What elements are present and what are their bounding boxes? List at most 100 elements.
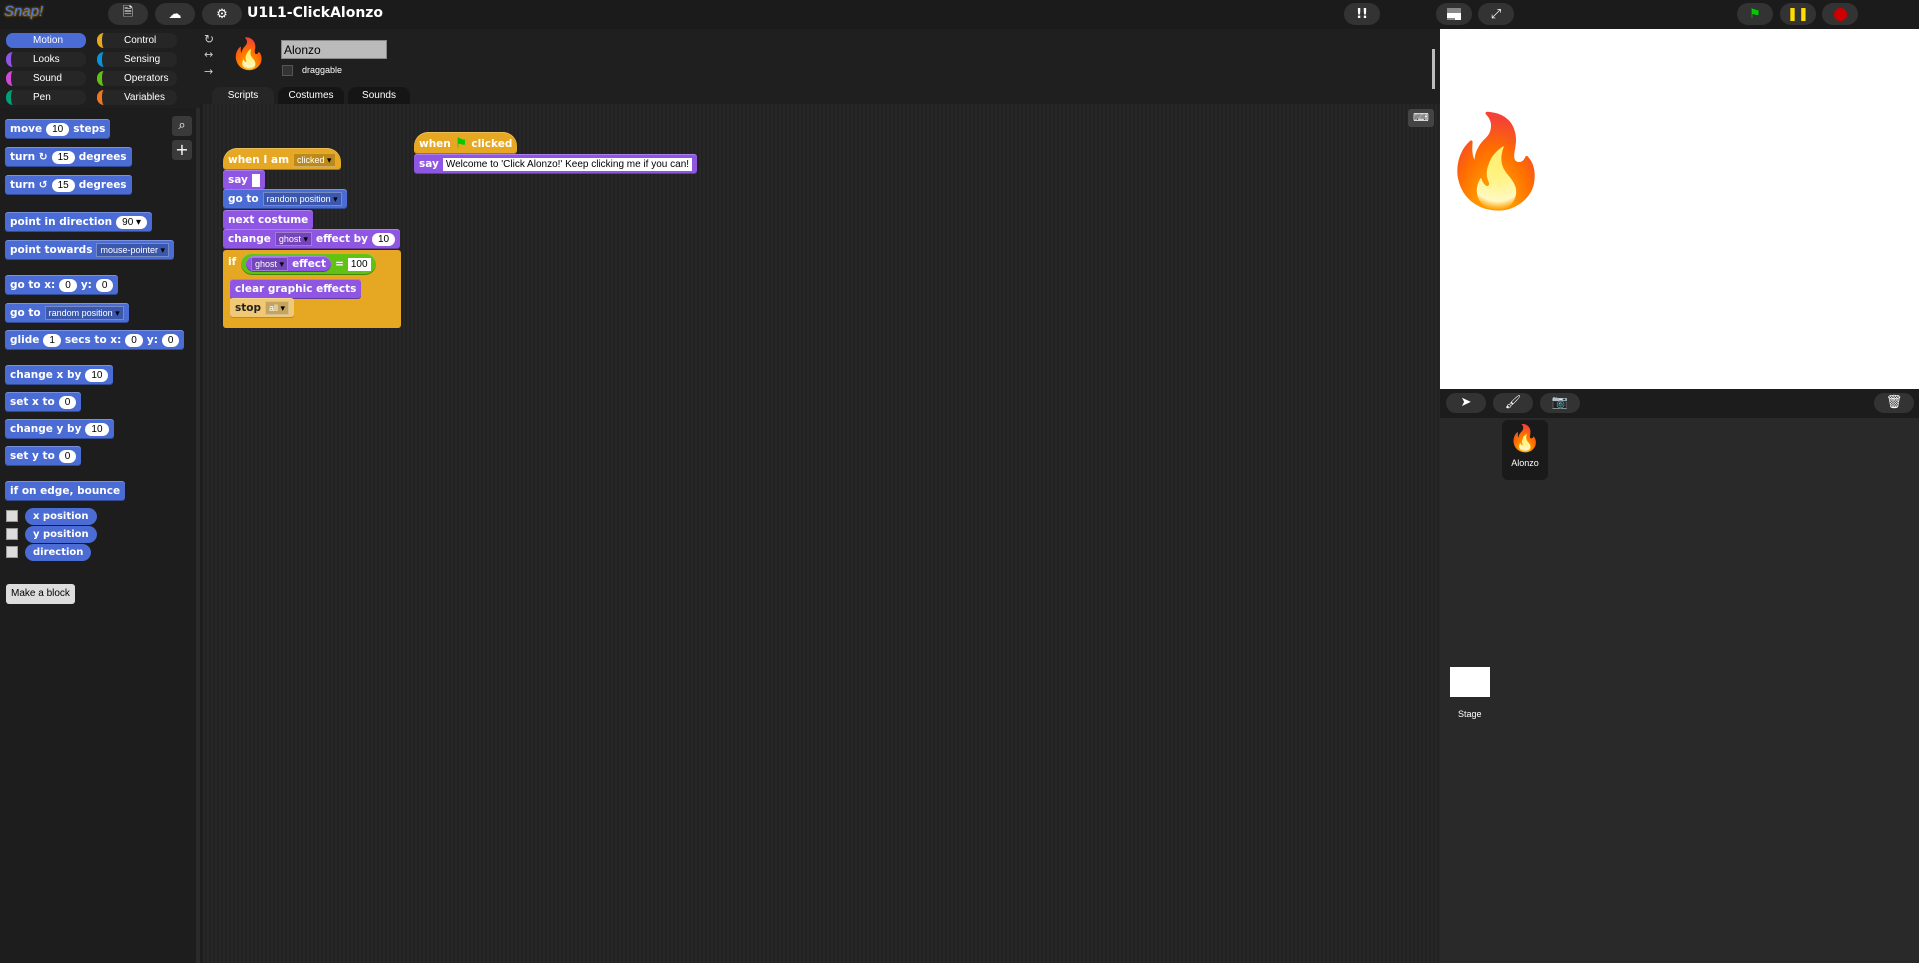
number-slot[interactable]: 0 <box>58 449 77 463</box>
watcher-checkbox[interactable] <box>6 510 18 522</box>
stage[interactable]: 🔥 <box>1440 29 1919 389</box>
trash-button[interactable]: 🗑 <box>1874 393 1914 413</box>
palette-block[interactable]: glide 1 secs to x: 0 y: 0 <box>5 330 185 350</box>
category-pen[interactable]: Pen <box>6 90 86 105</box>
palette-block[interactable]: point in direction 90 ▾ <box>5 212 153 232</box>
equals-predicate[interactable]: ghosteffect=100 <box>241 253 376 275</box>
number-slot[interactable]: 10 <box>371 232 396 246</box>
alonzo-sprite[interactable]: 🔥 <box>1440 109 1552 214</box>
dropdown-slot[interactable]: clicked <box>293 153 336 167</box>
brush-icon: 🖌 <box>1504 395 1522 410</box>
number-slot[interactable]: 10 <box>85 422 109 436</box>
palette-block[interactable]: change x by 10 <box>5 365 114 385</box>
command-block[interactable]: say Welcome to 'Click Alonzo!' Keep click… <box>414 154 698 174</box>
unused-blocks-button[interactable]: !! <box>1344 3 1380 25</box>
reporter-y-position[interactable]: y position <box>25 526 97 543</box>
green-flag-icon: ⚑ <box>1749 6 1761 22</box>
watcher-checkbox[interactable] <box>6 546 18 558</box>
dropdown-slot[interactable]: mouse-pointer <box>96 243 170 257</box>
sprite-bar-scrollbar[interactable] <box>1432 49 1435 89</box>
category-operators[interactable]: Operators <box>97 71 177 86</box>
palette-block[interactable]: move 10 steps <box>5 119 111 139</box>
dropdown-slot[interactable]: ghost <box>274 232 312 246</box>
palette-block[interactable]: change y by 10 <box>5 419 114 439</box>
number-slot[interactable]: 10 <box>85 368 109 382</box>
reporter-direction[interactable]: direction <box>25 544 92 561</box>
file-button[interactable]: 🗎 <box>108 3 148 25</box>
settings-button[interactable]: ⚙ <box>202 3 242 25</box>
flip-icon[interactable]: ↔ <box>204 48 213 61</box>
add-turtle-button[interactable]: ➤ <box>1446 393 1486 413</box>
number-slot[interactable]: 15 <box>51 178 75 192</box>
text-slot[interactable]: Welcome to 'Click Alonzo!' Keep clicking… <box>442 157 693 171</box>
draggable-checkbox[interactable] <box>282 65 293 76</box>
rotate-icon[interactable]: ↻ <box>204 32 214 46</box>
make-a-block-button[interactable]: Make a block <box>6 584 75 604</box>
pause-button[interactable]: ❚❚ <box>1780 3 1816 25</box>
sprite-icon-alonzo[interactable]: 🔥 Alonzo <box>1502 420 1548 480</box>
command-block[interactable]: go to random position <box>223 189 347 209</box>
dropdown-slot[interactable]: random position <box>44 306 124 320</box>
palette-block[interactable]: go to random position <box>5 303 129 323</box>
command-block[interactable]: next costume <box>223 210 314 230</box>
plus-icon[interactable]: + <box>172 140 192 160</box>
category-sound[interactable]: Sound <box>6 71 86 86</box>
palette-block[interactable]: go to x: 0 y: 0 <box>5 275 119 295</box>
text-slot[interactable] <box>251 173 260 187</box>
palette-block[interactable]: set y to 0 <box>5 446 82 466</box>
category-control[interactable]: Control <box>97 33 177 48</box>
stage-size-button[interactable] <box>1436 3 1472 25</box>
dropdown-slot[interactable]: ghost <box>251 257 289 271</box>
scripts-area[interactable]: ⌨ when I amclicked say go torandom positio… <box>203 104 1440 963</box>
search-icon[interactable]: ⌕ <box>172 116 192 136</box>
number-slot[interactable]: 0 <box>95 278 114 292</box>
snap-logo[interactable]: Snap! <box>4 3 43 20</box>
palette-block[interactable]: turn ↺ 15 degrees <box>5 175 132 195</box>
number-slot[interactable]: 15 <box>51 150 75 164</box>
stop-button[interactable] <box>1822 3 1858 25</box>
number-slot[interactable]: 0 <box>161 333 180 347</box>
hat-block[interactable]: when ⚑ clicked <box>414 132 518 154</box>
palette-block[interactable]: if on edge, bounce <box>5 481 126 501</box>
number-slot[interactable]: 10 <box>46 122 70 136</box>
number-slot[interactable]: 90 ▾ <box>116 215 148 229</box>
dropdown-slot[interactable]: all <box>265 301 290 315</box>
cloud-button[interactable]: ☁ <box>155 3 195 25</box>
command-block[interactable]: clear graphic effects <box>230 279 362 299</box>
value-slot[interactable]: 100 <box>347 257 371 271</box>
watcher-checkbox[interactable] <box>6 528 18 540</box>
stage-size-icon <box>1447 8 1461 20</box>
paint-sprite-button[interactable]: 🖌 <box>1493 393 1533 413</box>
category-variables[interactable]: Variables <box>97 90 177 105</box>
command-block[interactable]: changeghosteffect by10 <box>223 229 401 249</box>
palette-scrollbar[interactable] <box>196 108 199 963</box>
block-palette: ⌕ + move 10 steps turn ↻ 15 degrees turn ↺ 15 de… <box>0 108 200 963</box>
green-flag-button[interactable]: ⚑ <box>1737 3 1773 25</box>
command-block[interactable]: say <box>223 170 265 190</box>
number-slot[interactable]: 0 <box>125 333 143 347</box>
reporter-x-position[interactable]: x position <box>25 508 97 525</box>
palette-block[interactable]: set x to 0 <box>5 392 82 412</box>
category-sensing[interactable]: Sensing <box>97 52 177 67</box>
category-motion[interactable]: Motion <box>6 33 86 48</box>
block-label: say <box>228 174 248 186</box>
category-looks[interactable]: Looks <box>6 52 86 67</box>
stage-icon[interactable] <box>1450 667 1490 697</box>
number-slot[interactable]: 1 <box>43 333 61 347</box>
tab-sounds[interactable]: Sounds <box>348 87 410 104</box>
palette-block[interactable]: point towards mouse-pointer <box>5 240 175 260</box>
no-rotate-icon[interactable]: → <box>204 65 213 78</box>
hat-block[interactable]: when I am clicked <box>223 148 341 170</box>
tab-costumes[interactable]: Costumes <box>278 87 344 104</box>
fullscreen-button[interactable]: ⤢ <box>1478 3 1514 25</box>
number-slot[interactable]: 0 <box>58 395 77 409</box>
sprite-name-input[interactable] <box>281 40 387 59</box>
command-block[interactable]: stop all <box>230 298 295 318</box>
effect-reporter[interactable]: ghosteffect <box>246 256 332 272</box>
tab-scripts[interactable]: Scripts <box>212 87 274 104</box>
keyboard-icon[interactable]: ⌨ <box>1408 109 1434 127</box>
dropdown-slot[interactable]: random position <box>262 192 342 206</box>
palette-block[interactable]: turn ↻ 15 degrees <box>5 147 132 167</box>
camera-button[interactable]: 📷 <box>1540 393 1580 413</box>
number-slot[interactable]: 0 <box>59 278 77 292</box>
